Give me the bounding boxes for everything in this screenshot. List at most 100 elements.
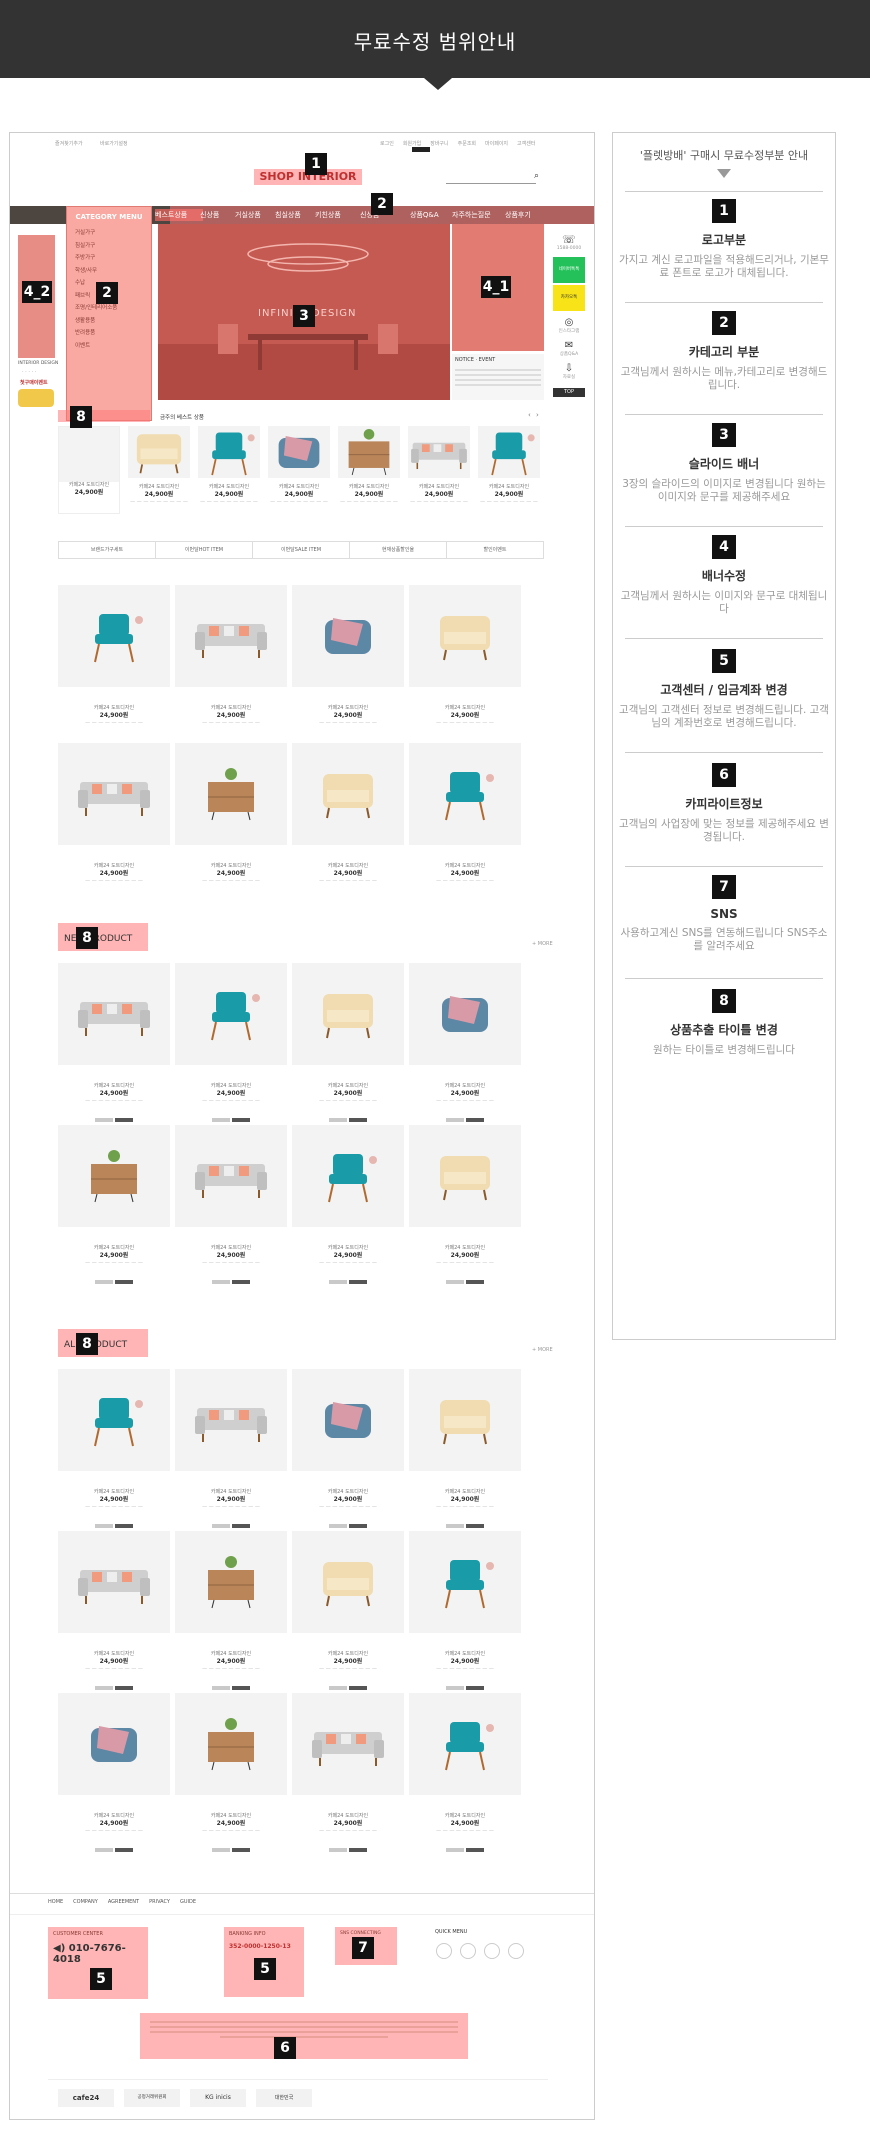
quick-mypage-icon[interactable] (508, 1943, 524, 1959)
product-card[interactable]: 카페24 도트디자인 24,900원 — — — — — — — — — (175, 1693, 287, 1852)
cs-link[interactable]: 고객센터 (517, 140, 535, 147)
footer-privacy-link[interactable]: PRIVACY (149, 1899, 170, 1905)
product-name[interactable]: 카페24 도트디자인 (328, 1245, 368, 1251)
product-name[interactable]: 카페24 도트디자인 (328, 863, 368, 869)
product-name[interactable]: 카페24 도트디자인 (445, 863, 485, 869)
footer-agreement-link[interactable]: AGREEMENT (108, 1899, 139, 1905)
product-name[interactable]: 카페24 도트디자인 (211, 1813, 251, 1819)
footer-company-link[interactable]: COMPANY (73, 1899, 98, 1905)
product-card[interactable]: 카페24 도트디자인 24,900원 — — — — — — — — — (292, 585, 404, 733)
product-name[interactable]: 카페24 도트디자인 (328, 1813, 368, 1819)
product-card[interactable]: 카페24 도트디자인 24,900원 — — — — — — — — — (292, 1693, 404, 1852)
product-card[interactable]: 카페24 도트디자인 24,900원 — — — — — — — — — (478, 426, 540, 506)
tab-hot[interactable]: 이번달HOT ITEM (156, 542, 253, 558)
left-banner-event[interactable]: 첫구매이벤트 (20, 379, 48, 386)
mypage-link[interactable]: 마이페이지 (485, 140, 508, 147)
product-card[interactable]: 카페24 도트디자인 24,900원 — — — — — — — — — (409, 585, 521, 733)
notice-title[interactable]: NOTICE · EVENT (452, 354, 544, 366)
nav-item-review[interactable]: 상품후기 (505, 210, 531, 220)
category-item[interactable]: 반려용품 (75, 327, 143, 340)
product-card[interactable]: 카페24 도트디자인 24,900원 — — — — — — — — — (292, 963, 404, 1122)
nav-item-living[interactable]: 거실상품 (235, 210, 261, 220)
tab-event[interactable]: 할인이벤트 (447, 542, 543, 558)
nav-item-faq[interactable]: 자주하는질문 (452, 210, 491, 220)
product-name[interactable]: 카페24 도트디자인 (328, 1489, 368, 1495)
nav-item-best[interactable]: 베스트상품 (155, 210, 187, 220)
product-name[interactable]: 카페24 도트디자인 (94, 1245, 134, 1251)
product-card[interactable]: 카페24 도트디자인 24,900원 — — — — — — — — — (175, 743, 287, 891)
join-link[interactable]: 회원가입 (403, 140, 421, 147)
product-card[interactable]: 카페24 도트디자인 24,900원 — — — — — — — — — (292, 1369, 404, 1528)
product-card[interactable]: 카페24 도트디자인 24,900원 — — — — — — — — — (175, 1369, 287, 1528)
product-card[interactable]: 카페24 도트디자인 24,900원 — — — — — — — — — (58, 1369, 170, 1528)
naver-talk-button[interactable]: 네이버톡톡 (553, 257, 585, 283)
product-name[interactable]: 카페24 도트디자인 (211, 1651, 251, 1657)
instagram-icon[interactable]: ◎ (553, 317, 585, 328)
product-name[interactable]: 카페24 도트디자인 (211, 1489, 251, 1495)
best-featured-card[interactable]: 카페24 도트디자인 24,900원 (58, 426, 120, 514)
product-name[interactable]: 카페24 도트디자인 (211, 1245, 251, 1251)
category-item[interactable]: 거실가구 (75, 227, 143, 240)
footer-guide-link[interactable]: GUIDE (180, 1899, 196, 1905)
product-card[interactable]: 카페24 도트디자인 24,900원 — — — — — — — — — (58, 963, 170, 1122)
quick-cart-icon[interactable] (484, 1943, 500, 1959)
category-item[interactable]: 생활용품 (75, 315, 143, 328)
product-name[interactable]: 카페24 도트디자인 (419, 484, 459, 490)
product-card[interactable]: 카페24 도트디자인 24,900원 — — — — — — — — — (58, 585, 170, 733)
product-name[interactable]: 카페24 도트디자인 (94, 1083, 134, 1089)
product-name[interactable]: 카페24 도트디자인 (209, 484, 249, 490)
cart-link[interactable]: 장바구니 (430, 140, 448, 147)
product-name[interactable]: 카페24 도트디자인 (94, 705, 134, 711)
product-card[interactable]: 카페24 도트디자인 24,900원 — — — — — — — — — (175, 585, 287, 733)
product-name[interactable]: 카페24 도트디자인 (211, 863, 251, 869)
footer-home-link[interactable]: HOME (48, 1899, 63, 1905)
product-name[interactable]: 카페24 도트디자인 (489, 484, 529, 490)
quick-notice-icon[interactable] (436, 1943, 452, 1959)
product-card[interactable]: 카페24 도트디자인 24,900원 — — — — — — — — — (409, 743, 521, 891)
bookmark-link[interactable]: 즐겨찾기추가 (55, 140, 83, 147)
product-name[interactable]: 카페24 도트디자인 (139, 484, 179, 490)
product-name[interactable]: 카페24 도트디자인 (328, 1083, 368, 1089)
product-card[interactable]: 카페24 도트디자인 24,900원 — — — — — — — — — (292, 743, 404, 891)
chat-icon[interactable]: ✉ (553, 340, 585, 351)
product-card[interactable]: 카페24 도트디자인 24,900원 — — — — — — — — — (409, 1693, 521, 1852)
category-item[interactable]: 이벤트 (75, 340, 143, 353)
category-item[interactable]: 침실가구 (75, 240, 143, 253)
nav-item-new[interactable]: 신상품 (200, 210, 219, 220)
product-name[interactable]: 카페24 도트디자인 (349, 484, 389, 490)
product-card[interactable]: 카페24 도트디자인 24,900원 — — — — — — — — — (58, 1693, 170, 1852)
product-card[interactable]: 카페24 도트디자인 24,900원 — — — — — — — — — (198, 426, 260, 506)
product-card[interactable]: 카페24 도트디자인 24,900원 — — — — — — — — — (58, 1531, 170, 1690)
tab-brand[interactable]: 브랜드가구세트 (59, 542, 156, 558)
all-more-link[interactable]: + MORE (532, 1347, 553, 1353)
product-card[interactable]: 카페24 도트디자인 24,900원 — — — — — — — — — (58, 1125, 170, 1284)
product-name[interactable]: 카페24 도트디자인 (328, 1651, 368, 1657)
product-card[interactable]: 카페24 도트디자인 24,900원 — — — — — — — — — (58, 743, 170, 891)
download-icon[interactable]: ⇩ (553, 363, 585, 374)
top-button[interactable]: TOP (553, 388, 585, 397)
product-card[interactable]: 카페24 도트디자인 24,900원 — — — — — — — — — (175, 1531, 287, 1690)
search-icon[interactable]: ⌕ (534, 171, 539, 181)
product-card[interactable]: 카페24 도트디자인 24,900원 — — — — — — — — — (409, 1531, 521, 1690)
product-name[interactable]: 카페24 도트디자인 (445, 1813, 485, 1819)
new-more-link[interactable]: + MORE (532, 941, 553, 947)
order-link[interactable]: 주문조회 (458, 140, 476, 147)
product-card[interactable]: 카페24 도트디자인 24,900원 — — — — — — — — — (292, 1531, 404, 1690)
product-name[interactable]: 카페24 도트디자인 (445, 1245, 485, 1251)
product-name[interactable]: 카페24 도트디자인 (328, 705, 368, 711)
product-name[interactable]: 카페24 도트디자인 (445, 1083, 485, 1089)
product-card[interactable]: 카페24 도트디자인 24,900원 — — — — — — — — — (268, 426, 330, 506)
nav-item-qna[interactable]: 상품Q&A (410, 210, 439, 220)
product-name[interactable]: 카페24 도트디자인 (279, 484, 319, 490)
nav-item-kitchen[interactable]: 키친상품 (315, 210, 341, 220)
product-name[interactable]: 카페24 도트디자인 (211, 705, 251, 711)
tab-discount[interactable]: 현재상품할인율 (350, 542, 447, 558)
product-name[interactable]: 카페24 도트디자인 (445, 705, 485, 711)
product-card[interactable]: 카페24 도트디자인 24,900원 — — — — — — — — — (338, 426, 400, 506)
best-next-icon[interactable]: › (536, 411, 539, 419)
tab-sale[interactable]: 이번달SALE ITEM (253, 542, 350, 558)
search-input[interactable] (446, 173, 536, 184)
product-name[interactable]: 카페24 도트디자인 (445, 1489, 485, 1495)
product-card[interactable]: 카페24 도트디자인 24,900원 — — — — — — — — — (408, 426, 470, 506)
product-name[interactable]: 카페24 도트디자인 (445, 1651, 485, 1657)
